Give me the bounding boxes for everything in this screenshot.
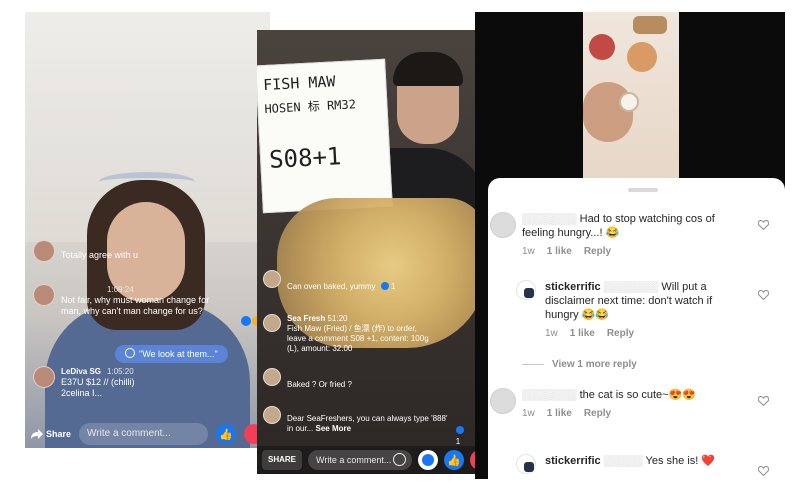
like-reaction-icon [455,426,464,434]
comment-item: ▒▒▒▒▒▒▒ the cat is so cute~😍😍 [522,389,696,401]
avatar [33,240,55,262]
comments-panel-right: ▒▒▒▒▒▒▒ Had to stop watching cos of feel… [475,12,785,479]
comment-text: Fish Maw (Fried) / 鱼漂 (炸) to order, leav… [287,324,429,353]
avatar [263,406,281,424]
see-more-link[interactable]: See More [315,424,351,433]
avatar [33,366,55,388]
thumbs-up-icon: 👍 [447,454,461,467]
like-button[interactable]: 👍 [216,424,236,444]
messenger-icon [422,454,434,466]
view-more-replies[interactable]: View 1 more reply [522,359,637,370]
comment-time: 1:09:24 [107,285,134,294]
video-preview [583,12,679,180]
hand [583,82,633,142]
comment-text: the cat is so cute~😍😍 [579,389,696,401]
comment-time: 1w [545,328,558,339]
comment-text: Totally agree with u [61,250,139,260]
food-item [619,92,639,112]
reply-button[interactable]: Reply [584,246,611,257]
comment-text: Can oven baked, yummy [287,282,376,291]
streamer-headband [99,172,195,192]
comment-text: Not fair, why must woman change for man,… [61,295,210,316]
avatar[interactable] [490,388,516,414]
reply-button[interactable]: Reply [584,408,611,419]
avatar [263,314,281,332]
food-item [627,42,657,72]
heart-icon[interactable] [758,466,769,476]
avatar [33,284,55,306]
view-more-label: View 1 more reply [552,359,637,370]
heart-icon[interactable] [758,220,769,230]
bottom-action-bar: SHARE Write a comment... 👍 [257,446,489,474]
comment-item: stickerrific ▒▒▒▒▒▒▒ Will put a disclaim… [545,281,713,321]
product-whiteboard: FISH MAW HOSEN 标 RM32 S08+1 [257,58,393,214]
share-button[interactable]: Share [31,429,71,439]
comment-meta: 1w 1 like Reply [522,408,611,419]
board-line-1: FISH MAW [262,72,336,95]
live-comment: Can oven baked, yummy 1 [263,270,453,292]
comment-username[interactable]: stickerrific [545,281,601,293]
emoji-icon[interactable] [393,453,406,466]
new-comment-pill[interactable]: "We look at them..." [115,345,228,363]
comment-input[interactable]: Write a comment... [79,423,208,445]
comments-sheet: ▒▒▒▒▒▒▒ Had to stop watching cos of feel… [488,178,785,479]
comment-time: 51:20 [327,314,348,323]
heart-icon[interactable] [758,396,769,406]
comment-meta: 1w 1 like Reply [522,246,611,257]
comment-text: Yes she is! ❤️ [645,455,716,467]
live-stream-panel-middle: FISH MAW HOSEN 标 RM32 S08+1 Can oven bak… [257,30,489,474]
reply-button[interactable]: Reply [607,328,634,339]
like-button[interactable]: 👍 [444,450,464,470]
reaction-count: 1 [390,282,396,291]
messenger-button[interactable] [418,450,438,470]
comment-time: 1w [522,408,535,419]
reaction-count: 1 [455,437,461,446]
avatar[interactable] [516,280,536,300]
comment-time: 1w [522,246,535,257]
like-reaction-icon [380,282,389,290]
avatar [263,368,281,386]
heart-icon[interactable] [758,290,769,300]
live-comment: Dear SeaFreshers, you can always type '8… [263,406,468,447]
avatar[interactable] [516,454,536,474]
comment-meta: 1w 1 like Reply [545,328,634,339]
food-item [589,34,615,60]
food-item [633,16,667,34]
sheet-drag-handle[interactable] [628,188,658,192]
share-label: Share [46,429,72,439]
comment-username[interactable]: stickerrific [545,455,601,467]
comment-placeholder: Write a comment... [316,455,392,465]
live-comment: LeDiva SG 1:05:20 E37U $12 // (chilli) 2c… [33,366,193,399]
live-comment: Baked ? Or fried ? [263,368,433,390]
avatar[interactable] [490,212,516,238]
screenshot-collage: Totally agree with u 1:09:24 Not fair, w… [0,0,808,487]
chevron-down-icon [125,348,135,358]
live-comment: Totally agree with u [33,240,183,262]
thumbs-up-icon: 👍 [219,428,233,441]
share-button[interactable]: SHARE [262,450,303,470]
live-comment: 1:09:24 Not fair, why must woman change … [33,284,218,317]
divider [522,364,544,365]
board-line-2: HOSEN 标 RM32 [264,97,357,117]
like-count[interactable]: 1 like [547,246,572,257]
comment-author: Sea Fresh [287,314,326,323]
comment-input[interactable]: Write a comment... [308,450,412,470]
pill-text: "We look at them..." [139,349,218,359]
comment-item: ▒▒▒▒▒▒▒ Had to stop watching cos of feel… [522,213,715,239]
comment-item: stickerrific ▒▒▒▒▒ Yes she is! ❤️ [545,455,716,467]
like-count[interactable]: 1 like [547,408,572,419]
board-line-3: S08+1 [268,142,343,174]
live-stream-panel-left: Totally agree with u 1:09:24 Not fair, w… [25,12,270,448]
live-comment: Sea Fresh 51:20 Fish Maw (Fried) / 鱼漂 (炸… [263,314,438,354]
avatar [263,270,281,288]
comment-text: E37U $12 // (chilli) 2celina I... [61,377,135,398]
bottom-action-bar: Share Write a comment... 👍 [25,420,270,448]
comment-time: 1:05:20 [107,367,134,376]
like-count[interactable]: 1 like [570,328,595,339]
comment-text: Dear SeaFreshers, you can always type '8… [287,414,448,433]
comment-author: LeDiva SG [61,367,102,376]
share-icon [31,429,43,439]
like-reaction-icon [241,316,251,326]
comment-text: Baked ? Or fried ? [287,380,352,389]
